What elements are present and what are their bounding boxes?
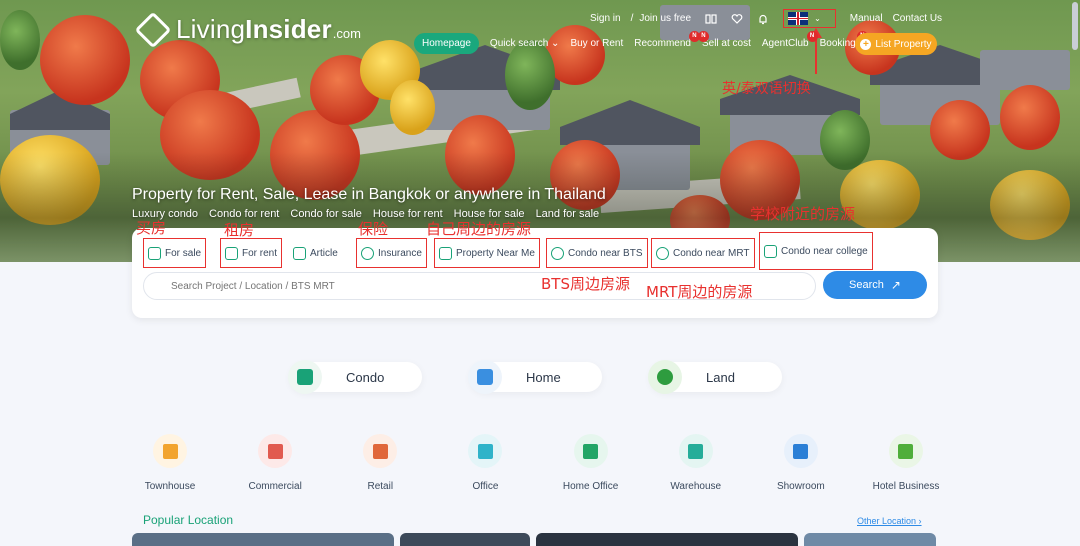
uk-flag-icon [788,12,809,25]
category-land[interactable]: Land [648,360,782,394]
location-card[interactable] [804,533,936,546]
annotation-insurance: 保险 [358,220,389,238]
compare-icon[interactable] [705,13,717,25]
home-icon [468,360,502,394]
home-office-icon [573,434,608,468]
nav-quick-search[interactable]: Quick search ⌄ [490,38,560,49]
building-icon [148,246,161,260]
warehouse-icon [678,434,713,468]
popular-location-heading: Popular Location [143,513,234,527]
logo-text: LivingInsider [176,14,332,44]
plus-icon: + [860,38,872,50]
annotation-lang-switch: 英/泰双语切换 [722,81,811,97]
retail-icon [363,434,398,468]
hero-tree [930,100,990,160]
shield-icon [361,246,374,260]
mrt-icon [656,246,669,260]
hero-link[interactable]: Condo for sale [290,208,362,220]
type-warehouse[interactable]: Warehouse [644,434,748,492]
category-home[interactable]: Home [468,360,602,394]
hotel-icon [888,434,923,468]
type-townhouse[interactable]: Townhouse [118,434,222,492]
category-condo[interactable]: Condo [288,360,422,394]
manual-link[interactable]: Manual [850,13,883,24]
type-office[interactable]: Office [433,434,537,492]
nav-homepage[interactable]: Homepage [414,33,479,54]
hero-roof [560,100,700,145]
new-badge: N [697,31,709,42]
showroom-icon [783,434,818,468]
tab-article[interactable]: Article [293,238,338,268]
bts-icon [551,246,564,260]
townhouse-icon [153,434,187,468]
tab-condo-near-bts[interactable]: Condo near BTS [546,238,648,268]
annotation-mrt: MRT周边的房源 [646,283,753,301]
nav-booking[interactable]: BookingN [820,31,868,49]
commercial-icon [258,434,293,468]
office-icon [468,434,503,468]
logo-domain: .com [332,26,361,41]
list-property-label: List Property [875,38,932,50]
tab-condo-near-college[interactable]: Condo near college [759,232,873,270]
location-card[interactable] [536,533,798,546]
type-retail[interactable]: Retail [328,434,432,492]
annotation-bts: BTS周边房源 [541,275,630,293]
new-badge: N [806,31,818,42]
hero-tree [0,10,40,70]
logo-icon [134,11,172,48]
heart-icon[interactable] [731,13,743,25]
separator: / [630,13,634,24]
type-showroom[interactable]: Showroom [749,434,853,492]
language-switcher[interactable]: ⌄ [783,9,836,28]
document-icon [225,246,238,260]
list-property-button[interactable]: + List Property [855,33,937,55]
join-link[interactable]: Join us free [639,13,691,24]
tab-insurance[interactable]: Insurance [356,238,427,268]
nav-sell-at-cost[interactable]: Sell at cost N [697,31,751,49]
tab-for-rent[interactable]: For rent [220,238,283,268]
arrow-up-right-icon: ↗ [890,278,901,292]
main-nav: Homepage Quick search ⌄ Buy or Rent Reco… [414,31,868,54]
tab-property-near-me[interactable]: Property Near Me [434,238,540,268]
type-home-office[interactable]: Home Office [539,434,643,492]
signin-link[interactable]: Sign in [590,13,621,24]
hero-tree [1000,85,1060,150]
location-cards [132,533,942,546]
condo-icon [288,360,322,394]
tab-for-sale[interactable]: For sale [143,238,207,268]
annotation-college: 学校附近的房源 [750,205,856,223]
location-card[interactable] [400,533,530,546]
bell-icon[interactable] [757,13,769,25]
book-icon [293,246,306,260]
hero-house [980,50,1070,90]
hero-tree [40,15,130,105]
annotation-near-me: 自己周边的房源 [426,220,532,238]
nav-buy-or-rent[interactable]: Buy or Rent [570,38,623,49]
type-hotel-business[interactable]: Hotel Business [854,434,958,492]
chevron-down-icon: ⌄ [814,14,821,23]
top-links: Sign in / Join us free ⌄ Manual Contact … [590,9,952,28]
search-button[interactable]: Search ↗ [823,271,927,299]
scrollbar[interactable] [1072,2,1078,50]
location-card[interactable] [132,533,394,546]
property-types: Townhouse Commercial Retail Office Home … [118,434,958,492]
contact-link[interactable]: Contact Us [893,13,942,24]
graduation-cap-icon [764,244,777,258]
annotation-buy: 买房 [136,219,167,237]
hero-title: Property for Rent, Sale, Lease in Bangko… [132,186,606,203]
hero-tree [390,80,435,135]
nav-recommend[interactable]: Recommend N [634,31,700,49]
site-logo[interactable]: LivingInsider .com [134,11,361,48]
nav-agentclub[interactable]: AgentClub N [762,31,818,49]
tab-condo-near-mrt[interactable]: Condo near MRT [651,238,755,268]
other-location-link[interactable]: Other Location › [857,516,922,526]
map-pin-icon [439,246,452,260]
search-panel: For sale For rent Article Insurance Prop… [132,228,938,318]
land-icon [648,360,682,394]
annotation-rent: 租房 [224,221,255,239]
type-commercial[interactable]: Commercial [223,434,327,492]
hero-link[interactable]: Land for sale [536,208,600,220]
